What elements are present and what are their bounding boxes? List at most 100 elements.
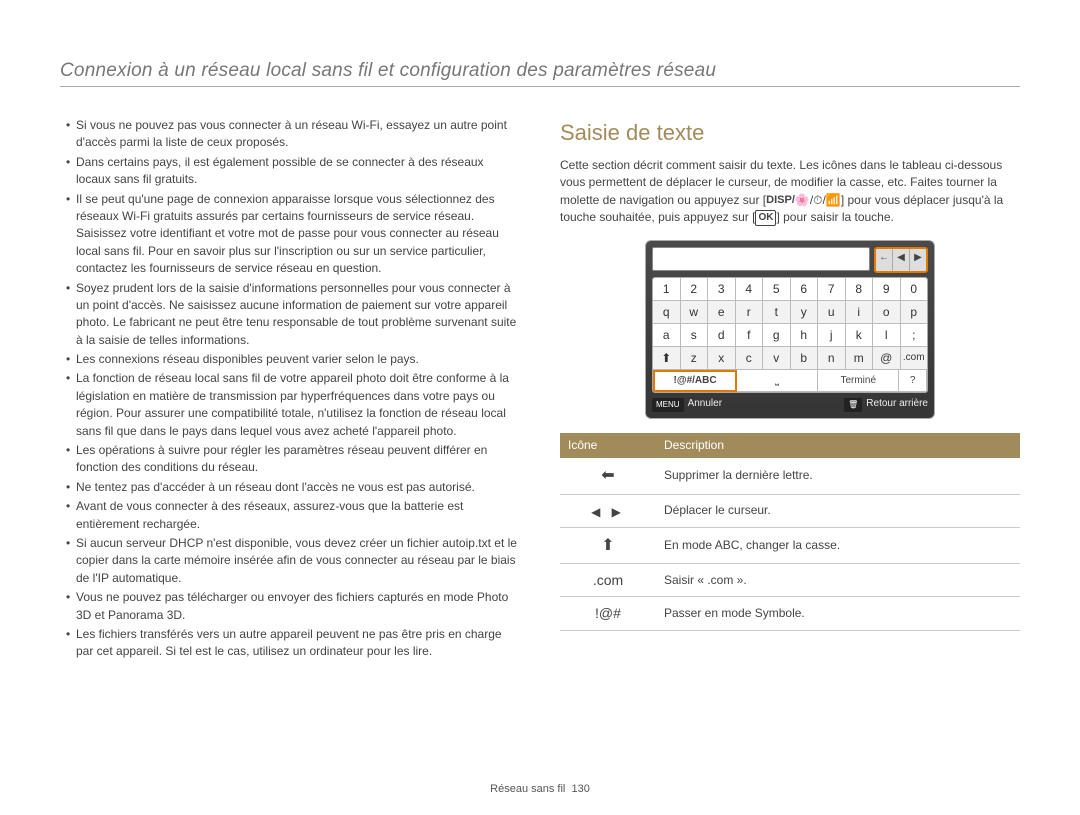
tip-text: Si aucun serveur DHCP n'est disponible, … — [76, 535, 520, 587]
icon-cell: .com — [560, 564, 656, 597]
icon-description-table: Icône Description Supprimer la dernière … — [560, 433, 1020, 631]
tip-text: Les connexions réseau disponibles peuven… — [76, 351, 419, 368]
keyboard-key[interactable]: 2 — [681, 278, 709, 301]
keyboard-key[interactable]: q — [653, 301, 681, 324]
keyboard-key[interactable]: f — [736, 324, 764, 347]
tip-item: •La fonction de réseau local sans fil de… — [66, 370, 520, 440]
page-header: Connexion à un réseau local sans fil et … — [60, 60, 1020, 82]
keyboard-row-1: 1234567890 — [653, 278, 927, 301]
onscreen-keyboard: ← ◀ ▶ 1234567890 qwertyuiop asdfghjkl; ⬆… — [645, 240, 935, 419]
tip-text: Avant de vous connecter à des réseaux, a… — [76, 498, 520, 533]
tip-item: •Vous ne pouvez pas télécharger ou envoy… — [66, 589, 520, 624]
keyboard-key[interactable]: ; — [901, 324, 928, 347]
tip-text: Si vous ne pouvez pas vous connecter à u… — [76, 117, 520, 152]
menu-button-icon: MENU — [652, 398, 684, 412]
tip-text: Soyez prudent lors de la saisie d'inform… — [76, 280, 520, 350]
keyboard-key[interactable]: y — [791, 301, 819, 324]
done-key[interactable]: Terminé — [818, 370, 899, 392]
keyboard-key[interactable]: x — [708, 347, 736, 370]
keyboard-key[interactable]: n — [818, 347, 846, 370]
keyboard-key[interactable]: 7 — [818, 278, 846, 301]
keyboard-key[interactable]: 4 — [736, 278, 764, 301]
tip-text: Dans certains pays, il est également pos… — [76, 154, 520, 189]
tip-item: •Ne tentez pas d'accéder à un réseau don… — [66, 479, 520, 496]
back-label: Retour arrière — [866, 397, 928, 412]
shift-key[interactable]: ⬆ — [653, 347, 681, 370]
macro-icon: 🌸/ — [795, 193, 813, 207]
space-key[interactable]: ⎵ — [737, 370, 818, 392]
description-cell: En mode ABC, changer la casse. — [656, 527, 1020, 563]
keyboard-key[interactable]: i — [846, 301, 874, 324]
keyboard-key[interactable]: l — [873, 324, 901, 347]
cursor-left-icon[interactable]: ◀ — [893, 249, 910, 271]
keyboard-key[interactable]: w — [681, 301, 709, 324]
keyboard-row-2: qwertyuiop — [653, 301, 927, 324]
icon-cell — [560, 458, 656, 494]
keyboard-key[interactable]: o — [873, 301, 901, 324]
bullet-dot: • — [66, 351, 76, 368]
bullet-dot: • — [66, 589, 76, 624]
backspace-icon[interactable]: ← — [876, 249, 893, 271]
header-divider — [60, 86, 1020, 87]
table-header-description: Description — [656, 433, 1020, 458]
bullet-dot: • — [66, 191, 76, 278]
keyboard-key[interactable]: p — [901, 301, 928, 324]
keyboard-key[interactable]: b — [791, 347, 819, 370]
table-header-icon: Icône — [560, 433, 656, 458]
tip-item: •Les connexions réseau disponibles peuve… — [66, 351, 520, 368]
tip-item: •Si vous ne pouvez pas vous connecter à … — [66, 117, 520, 152]
mode-toggle-key[interactable]: !@#/ABC — [653, 370, 737, 392]
keyboard-bottom-row: !@#/ABC ⎵ Terminé ? — [653, 370, 927, 392]
bullet-dot: • — [66, 479, 76, 496]
bullet-dot: • — [66, 280, 76, 350]
bullet-dot: • — [66, 535, 76, 587]
keyboard-key[interactable]: 0 — [901, 278, 928, 301]
intro-paragraph: Cette section décrit comment saisir du t… — [560, 157, 1020, 227]
arrows-lr-icon — [591, 503, 625, 519]
keyboard-key[interactable]: 5 — [763, 278, 791, 301]
keyboard-key[interactable]: r — [736, 301, 764, 324]
keyboard-key[interactable]: k — [846, 324, 874, 347]
tip-text: Il se peut qu'une page de connexion appa… — [76, 191, 520, 278]
description-cell: Saisir « .com ». — [656, 564, 1020, 597]
intro-text-post: ] pour saisir la touche. — [776, 210, 893, 224]
table-row: En mode ABC, changer la casse. — [560, 527, 1020, 563]
keyboard-key[interactable]: g — [763, 324, 791, 347]
keyboard-key[interactable]: e — [708, 301, 736, 324]
keyboard-key[interactable]: j — [818, 324, 846, 347]
keyboard-key[interactable]: .com — [901, 347, 928, 370]
tip-text: Les fichiers transférés vers un autre ap… — [76, 626, 520, 661]
keyboard-key[interactable]: 1 — [653, 278, 681, 301]
cancel-label: Annuler — [688, 397, 722, 412]
help-key[interactable]: ? — [899, 370, 927, 392]
timer-icon: ⏱/ — [813, 193, 826, 207]
keyboard-key[interactable]: 8 — [846, 278, 874, 301]
keyboard-key[interactable]: c — [736, 347, 764, 370]
keyboard-key[interactable]: h — [791, 324, 819, 347]
text-input-field[interactable] — [652, 247, 870, 271]
keyboard-key[interactable]: d — [708, 324, 736, 347]
keyboard-key[interactable]: z — [681, 347, 709, 370]
table-row: !@#Passer en mode Symbole. — [560, 597, 1020, 630]
tip-item: •Les fichiers transférés vers un autre a… — [66, 626, 520, 661]
bullet-dot: • — [66, 442, 76, 477]
keyboard-key[interactable]: s — [681, 324, 709, 347]
tip-item: •Les opérations à suivre pour régler les… — [66, 442, 520, 477]
keyboard-key[interactable]: a — [653, 324, 681, 347]
cursor-arrows-group[interactable]: ← ◀ ▶ — [874, 247, 928, 273]
cursor-right-icon[interactable]: ▶ — [910, 249, 926, 271]
icon-cell — [560, 527, 656, 563]
ok-button-label: OK — [755, 210, 776, 227]
tip-text: Les opérations à suivre pour régler les … — [76, 442, 520, 477]
keyboard-key[interactable]: @ — [873, 347, 901, 370]
keyboard-key[interactable]: v — [763, 347, 791, 370]
tip-text: Ne tentez pas d'accéder à un réseau dont… — [76, 479, 475, 496]
keyboard-key[interactable]: 6 — [791, 278, 819, 301]
keyboard-key[interactable]: 3 — [708, 278, 736, 301]
keyboard-row-3: asdfghjkl; — [653, 324, 927, 347]
keyboard-key[interactable]: u — [818, 301, 846, 324]
tips-list: • Si vous ne pouvez pas vous connecter à … — [60, 117, 520, 661]
keyboard-key[interactable]: t — [763, 301, 791, 324]
keyboard-key[interactable]: 9 — [873, 278, 901, 301]
keyboard-key[interactable]: m — [846, 347, 874, 370]
